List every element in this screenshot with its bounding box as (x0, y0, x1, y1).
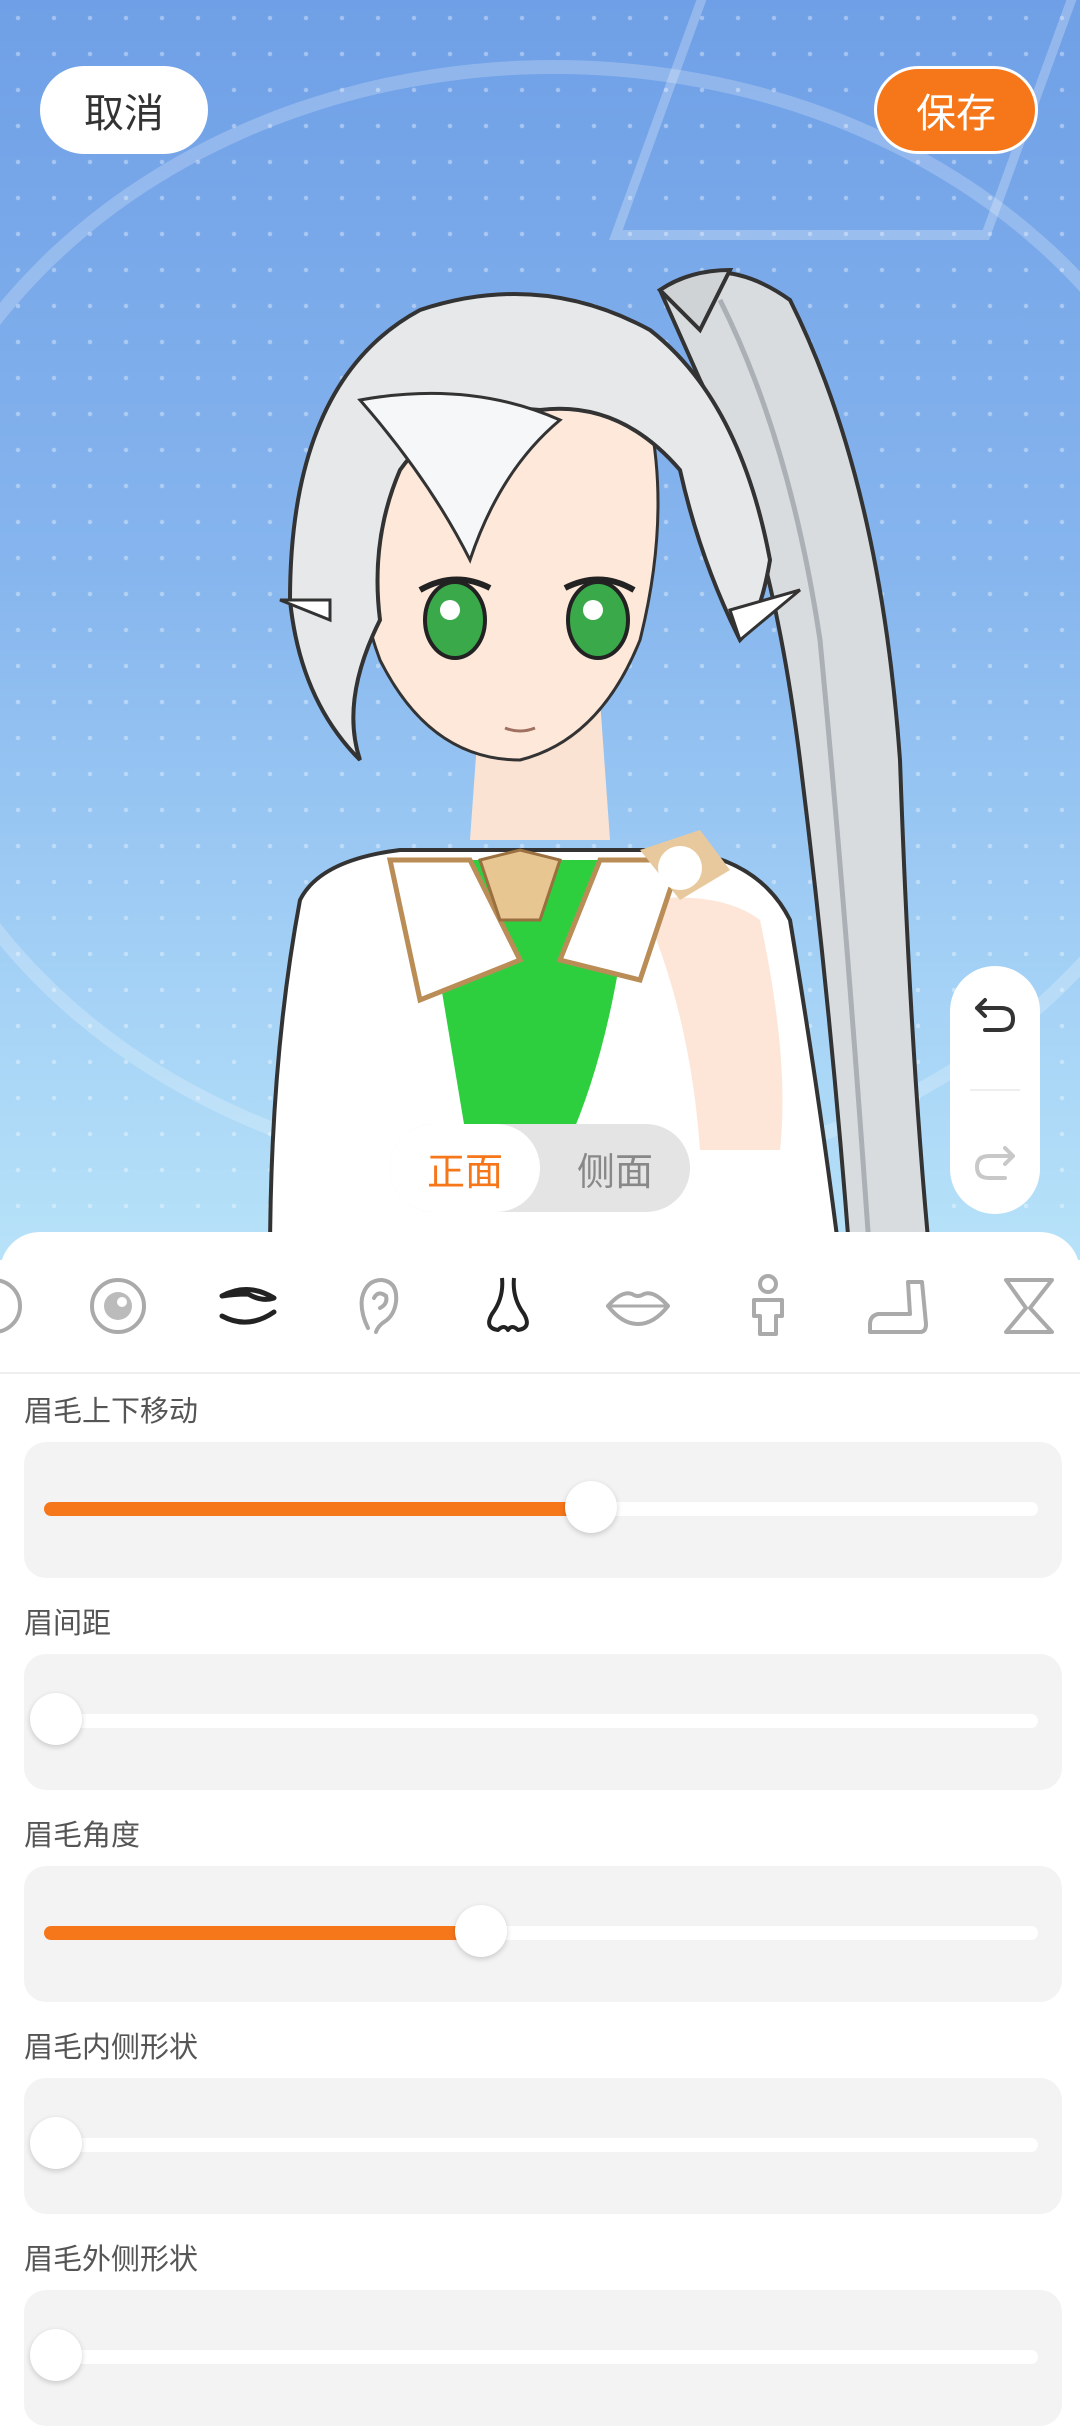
edit-panel: 眉毛上下移动 眉间距 眉毛角度 眉毛内侧形状 眉毛外侧形状 (0, 1232, 1080, 2426)
undo-redo-divider (970, 1088, 1020, 1091)
category-eyebrow-icon[interactable] (214, 1272, 282, 1340)
slider-track[interactable] (30, 2329, 1038, 2381)
cancel-button[interactable]: 取消 (40, 66, 208, 154)
view-side-option[interactable]: 侧面 (540, 1124, 690, 1212)
redo-icon[interactable] (971, 1138, 1019, 1190)
category-leg-icon[interactable] (994, 1272, 1062, 1340)
undo-redo-panel (950, 966, 1040, 1214)
slider-label-eyebrow-inner-shape: 眉毛内侧形状 (24, 2030, 199, 2064)
category-eye-icon[interactable] (84, 1272, 152, 1340)
slider-card-eyebrow-vertical (24, 1442, 1062, 1578)
category-ear-icon[interactable] (344, 1272, 412, 1340)
slider-track[interactable] (44, 1905, 1038, 1957)
slider-label-eyebrow-vertical: 眉毛上下移动 (24, 1394, 199, 1428)
slider-card-eyebrow-inner-shape (24, 2078, 1062, 2214)
slider-track[interactable] (44, 1481, 1038, 1533)
category-lips-icon[interactable] (604, 1272, 672, 1340)
view-toggle: 正面 侧面 (390, 1124, 690, 1212)
slider-thumb[interactable] (30, 1693, 82, 1745)
save-button[interactable]: 保存 (874, 66, 1038, 154)
slider-label-eyebrow-outer-shape: 眉毛外侧形状 (24, 2242, 199, 2276)
slider-thumb[interactable] (30, 2117, 82, 2169)
slider-fill (44, 1502, 591, 1516)
category-tab-bar (0, 1232, 1080, 1374)
slider-fill (44, 1926, 482, 1940)
slider-track[interactable] (30, 2117, 1038, 2169)
slider-label-eyebrow-angle: 眉毛角度 (24, 1818, 141, 1852)
slider-card-eyebrow-angle (24, 1866, 1062, 2002)
slider-thumb[interactable] (455, 1905, 508, 1957)
avatar-model (267, 267, 933, 1260)
view-front-option[interactable]: 正面 (390, 1124, 540, 1212)
category-partial-icon[interactable] (0, 1272, 28, 1340)
slider-card-eyebrow-outer-shape (24, 2290, 1062, 2426)
slider-track[interactable] (30, 1693, 1038, 1745)
slider-label-brow-spacing: 眉间距 (24, 1606, 112, 1640)
slider-thumb[interactable] (30, 2329, 82, 2381)
avatar-preview[interactable]: 取消 保存 正面 侧面 (0, 0, 1080, 1260)
category-arm-icon[interactable] (864, 1272, 932, 1340)
slider-card-brow-spacing (24, 1654, 1062, 1790)
slider-thumb[interactable] (564, 1481, 617, 1533)
category-nose-icon[interactable] (474, 1272, 542, 1340)
category-body-icon[interactable] (734, 1272, 802, 1340)
undo-icon[interactable] (971, 990, 1019, 1042)
